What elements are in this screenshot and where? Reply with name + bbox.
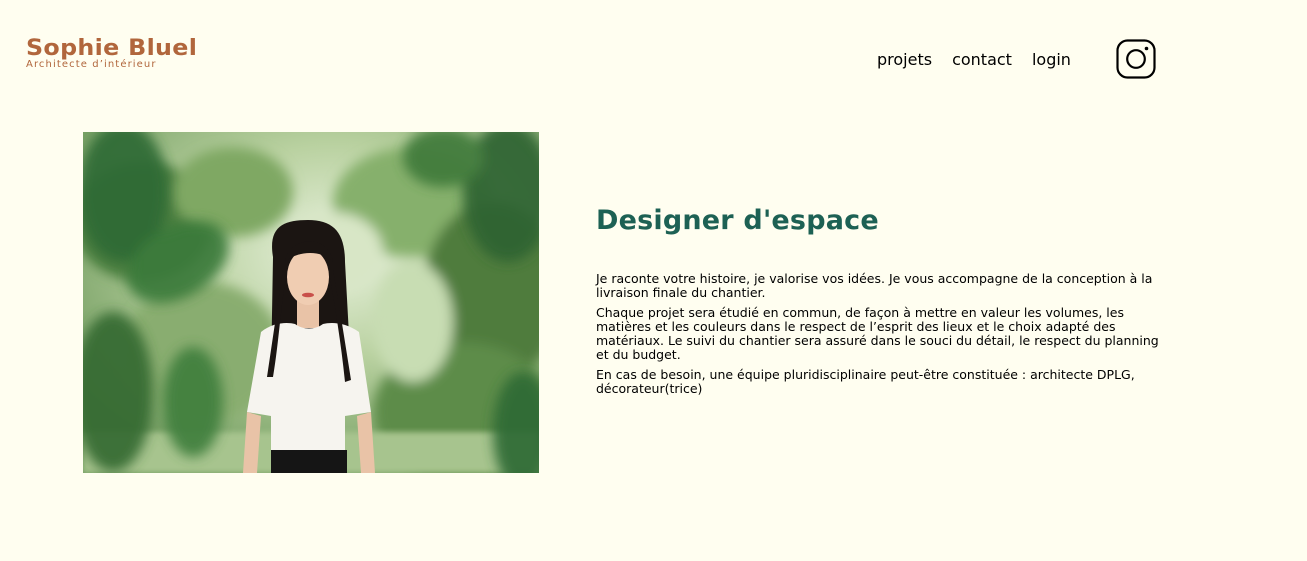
introduction-article: Designer d'espace Je raconte votre histo… bbox=[596, 200, 1171, 402]
nav-link-projets[interactable]: projets bbox=[877, 50, 932, 69]
nav-list: projets contact login bbox=[877, 50, 1071, 70]
nav-link-login[interactable]: login bbox=[1032, 50, 1071, 69]
intro-paragraph-1: Je raconte votre histoire, je valorise v… bbox=[596, 271, 1153, 300]
nav-item-login: login bbox=[1032, 50, 1071, 70]
intro-paragraph-3: En cas de besoin, une équipe pluridiscip… bbox=[596, 367, 1135, 396]
intro-paragraph-2: Chaque projet sera étudié en commun, de … bbox=[596, 305, 1159, 362]
site-header: Sophie Bluel Architecte d’intérieur proj… bbox=[0, 0, 1307, 110]
portrait-photo bbox=[83, 132, 539, 473]
nav-item-contact: contact bbox=[952, 50, 1012, 70]
instagram-icon[interactable] bbox=[1116, 39, 1156, 79]
site-logo[interactable]: Sophie Bluel Architecte d’intérieur bbox=[26, 36, 197, 70]
section-title: Designer d'espace bbox=[596, 205, 879, 236]
nav-item-projets: projets bbox=[877, 50, 932, 70]
nav-link-contact[interactable]: contact bbox=[952, 50, 1012, 69]
logo-name: Sophie Bluel bbox=[26, 36, 198, 61]
